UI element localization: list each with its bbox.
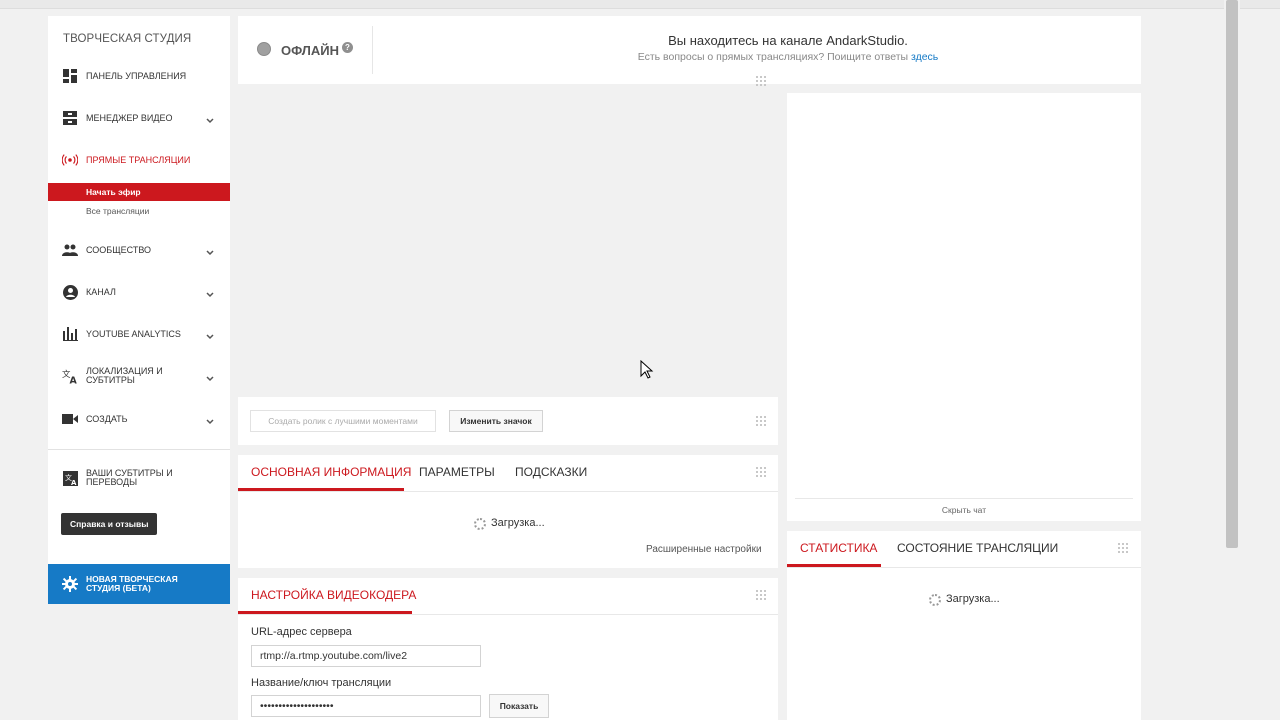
- chevron-down-icon[interactable]: [205, 414, 215, 425]
- channel-icon: [62, 284, 78, 300]
- new-studio-beta-button[interactable]: Новая творческая студия (бета): [48, 564, 230, 604]
- stream-key-field[interactable]: ••••••••••••••••••••: [251, 695, 481, 717]
- video-preview: [238, 88, 778, 396]
- gear-icon: [62, 576, 78, 597]
- svg-text:A: A: [70, 376, 78, 384]
- sidebar-title: ТВОРЧЕСКАЯ СТУДИЯ: [63, 33, 192, 45]
- browser-top-edge: [0, 0, 1280, 9]
- sidebar-item-localization[interactable]: 文A Локализация и субтитры: [48, 364, 230, 388]
- chevron-down-icon[interactable]: [205, 287, 215, 298]
- encoder-header: Настройка видеокодера: [238, 578, 778, 615]
- stream-key-label: Название/ключ трансляции: [251, 677, 392, 689]
- help-question-text: Есть вопросы о прямых трансляциях? Поищи…: [637, 51, 911, 63]
- drag-handle-icon[interactable]: [756, 76, 766, 86]
- create-highlights-button[interactable]: Создать ролик с лучшими моментами: [250, 410, 436, 432]
- server-url-label: URL-адрес сервера: [251, 626, 352, 638]
- sidebar-item-channel[interactable]: Канал: [48, 280, 230, 304]
- page-scrollbar[interactable]: [1224, 0, 1240, 720]
- chevron-down-icon[interactable]: [205, 245, 215, 256]
- help-icon[interactable]: ?: [342, 42, 353, 53]
- sidebar: ТВОРЧЕСКАЯ СТУДИЯ Панель управления Мене…: [48, 16, 230, 604]
- beta-label-line2: студия (бета): [86, 583, 151, 593]
- loading-spinner-icon: [474, 518, 486, 530]
- live-chat-panel: Скрыть чат: [787, 93, 1141, 521]
- sidebar-item-analytics[interactable]: YouTube Analytics: [48, 322, 230, 346]
- encoder-title: Настройка видеокодера: [251, 588, 417, 602]
- offline-status-icon: [257, 42, 271, 56]
- sidebar-subitem-start-stream[interactable]: Начать эфир: [48, 183, 230, 201]
- sidebar-item-label: Сообщество: [86, 244, 152, 255]
- loading-text: Загрузка...: [491, 517, 545, 529]
- active-tab-underline: [238, 611, 412, 614]
- sidebar-item-create[interactable]: Создать: [48, 407, 230, 431]
- sidebar-item-label: Менеджер видео: [86, 112, 173, 123]
- help-feedback-button[interactable]: Справка и отзывы: [61, 513, 158, 535]
- subtitles-icon: 文A: [62, 470, 78, 486]
- dashboard-icon: [62, 68, 78, 84]
- status-label: ОФЛАЙН: [281, 43, 339, 58]
- help-question: Есть вопросы о прямых трансляциях? Поищи…: [538, 51, 1038, 63]
- mouse-cursor-icon: [640, 360, 654, 379]
- community-icon: [62, 242, 78, 258]
- status-divider: [372, 26, 373, 74]
- drag-handle-icon[interactable]: [756, 467, 766, 477]
- show-key-button[interactable]: Показать: [489, 694, 549, 718]
- sidebar-subitem-all-streams[interactable]: Все трансляции: [48, 202, 230, 220]
- sidebar-item-label-line2: субтитры: [86, 375, 135, 385]
- active-tab-underline: [787, 564, 881, 567]
- sidebar-item-label: Панель управления: [86, 70, 187, 81]
- chevron-down-icon[interactable]: [205, 113, 215, 124]
- loading-spinner-icon: [929, 594, 941, 606]
- chat-divider: [795, 498, 1133, 499]
- sidebar-item-label: YouTube Analytics: [86, 328, 181, 339]
- live-broadcast-icon: [62, 152, 78, 168]
- stream-info-panel: Основная информация Параметры Подсказки …: [238, 455, 778, 568]
- tab-basic-info[interactable]: Основная информация: [251, 465, 411, 479]
- scrollbar-thumb[interactable]: [1226, 0, 1238, 548]
- sidebar-item-label: Канал: [86, 286, 116, 297]
- tab-stream-health[interactable]: Состояние трансляции: [897, 541, 1058, 555]
- server-url-field[interactable]: rtmp://a.rtmp.youtube.com/live2: [251, 645, 481, 667]
- channel-message: Вы находитесь на канале AndarkStudio.: [668, 33, 908, 48]
- tab-statistics[interactable]: Статистика: [800, 541, 877, 555]
- analytics-icon: [62, 326, 78, 342]
- video-manager-icon: [62, 110, 78, 126]
- sidebar-item-label: Создать: [86, 413, 128, 424]
- translate-icon: 文A: [62, 368, 78, 384]
- advanced-settings-link[interactable]: Расширенные настройки: [646, 544, 762, 555]
- stats-panel: Статистика Состояние трансляции Загрузка…: [787, 531, 1141, 720]
- help-link[interactable]: здесь: [911, 51, 938, 63]
- change-thumbnail-button[interactable]: Изменить значок: [449, 410, 543, 432]
- drag-handle-icon[interactable]: [756, 416, 766, 426]
- drag-handle-icon[interactable]: [756, 590, 766, 600]
- tab-parameters[interactable]: Параметры: [419, 465, 495, 479]
- info-tabs: Основная информация Параметры Подсказки: [238, 455, 778, 492]
- active-tab-underline: [238, 488, 404, 491]
- preview-actions-panel: Создать ролик с лучшими моментами Измени…: [238, 397, 778, 445]
- sidebar-item-label: Прямые трансляции: [86, 154, 191, 165]
- chevron-down-icon[interactable]: [205, 329, 215, 340]
- sidebar-item-video-manager[interactable]: Менеджер видео: [48, 106, 230, 130]
- sidebar-item-live[interactable]: Прямые трансляции: [48, 148, 230, 172]
- tab-hints[interactable]: Подсказки: [515, 465, 587, 479]
- sidebar-item-your-subtitles[interactable]: 文A Ваши субтитры и переводы: [48, 466, 230, 490]
- sidebar-divider: [48, 449, 230, 450]
- hide-chat-link[interactable]: Скрыть чат: [787, 505, 1141, 515]
- loading-text: Загрузка...: [946, 593, 1000, 605]
- drag-handle-icon[interactable]: [1118, 543, 1128, 553]
- sidebar-item-label-line2: переводы: [86, 477, 138, 487]
- stream-status-panel: ОФЛАЙН ? Вы находитесь на канале AndarkS…: [238, 16, 1141, 84]
- sidebar-item-community[interactable]: Сообщество: [48, 238, 230, 262]
- svg-text:A: A: [71, 479, 77, 486]
- chevron-down-icon[interactable]: [205, 371, 215, 382]
- encoder-settings-panel: Настройка видеокодера URL-адрес сервера …: [238, 578, 778, 720]
- sidebar-item-dashboard[interactable]: Панель управления: [48, 64, 230, 88]
- create-icon: [62, 411, 78, 427]
- stats-tabs: Статистика Состояние трансляции: [787, 531, 1141, 568]
